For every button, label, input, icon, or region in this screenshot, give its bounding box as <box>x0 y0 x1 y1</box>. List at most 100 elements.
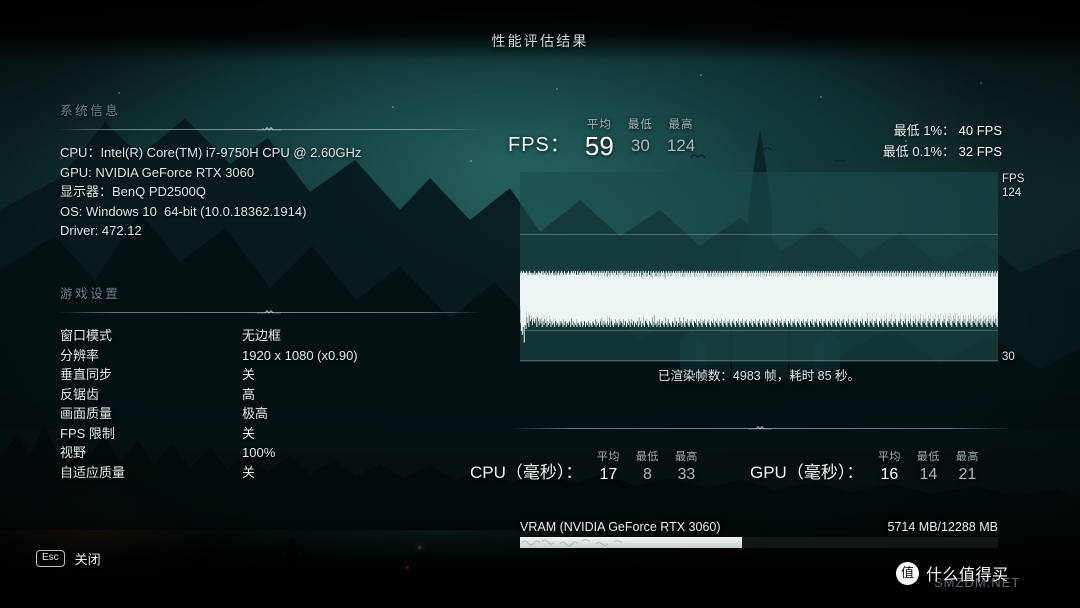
setting-key: 反锯齿 <box>60 386 100 402</box>
graph-axis-unit: FPS <box>1002 173 1025 185</box>
system-info-heading: 系统信息 <box>60 104 121 118</box>
setting-row: 视野 100% <box>60 443 478 463</box>
system-info-row: 显示器：BenQ PD2500Q <box>60 184 206 199</box>
system-info-row: Driver: 472.12 <box>60 223 142 238</box>
setting-row: 反锯齿 高 <box>60 385 478 405</box>
setting-value: 100% <box>242 445 276 460</box>
cpu-frametime-stats: CPU（毫秒）： 平均 17 最低 8 最高 33 <box>470 448 699 484</box>
gpu-average-value: 16 <box>880 466 899 483</box>
percentile-1-label: 最低 1%： <box>893 123 956 138</box>
cpu-average-column: 平均 17 <box>595 448 621 484</box>
system-info-list: CPU：Intel(R) Core(TM) i7-9750H CPU @ 2.6… <box>60 143 478 241</box>
divider <box>512 424 1008 433</box>
gpu-min-caption: 最低 <box>916 451 940 463</box>
setting-row: FPS 限制 关 <box>60 424 478 444</box>
system-info-row: OS: Windows 10 64-bit (10.0.18362.1914) <box>60 203 307 219</box>
fps-graph <box>520 172 998 362</box>
system-info-row: GPU: NVIDIA GeForce RTX 3060 <box>60 164 255 180</box>
fps-summary: FPS： 平均 59 最低 30 最高 124 <box>508 116 695 159</box>
divider-ornament-icon <box>257 126 281 131</box>
fps-max-caption: 最高 <box>668 119 694 131</box>
fps-min-caption: 最低 <box>627 119 653 131</box>
graph-axis-bottom-value: 30 <box>1002 351 1015 363</box>
cpu-average-value: 17 <box>599 466 618 483</box>
vram-texture <box>521 539 623 547</box>
cpu-max-column: 最高 33 <box>673 448 699 484</box>
gpu-max-column: 最高 21 <box>954 448 980 484</box>
setting-row: 窗口模式 无边框 <box>60 326 478 346</box>
setting-value: 关 <box>242 367 256 382</box>
watermark-url: SMZDM.NET <box>934 575 1021 590</box>
setting-key: 窗口模式 <box>60 328 113 343</box>
vram-progress-bar <box>520 537 998 548</box>
gpu-average-caption: 平均 <box>877 451 901 463</box>
setting-value: 极高 <box>242 406 269 421</box>
gpu-max-value: 21 <box>958 466 977 483</box>
fps-min-column: 最低 30 <box>628 116 653 159</box>
divider-ornament-icon <box>257 309 281 314</box>
setting-value: 无边框 <box>242 328 282 343</box>
percentile-01-label: 最低 0.1%： <box>882 144 956 159</box>
cpu-max-value: 33 <box>677 466 696 483</box>
vram-label: VRAM (NVIDIA GeForce RTX 3060) <box>520 520 721 534</box>
game-settings-heading: 游戏设置 <box>60 287 121 301</box>
system-info-section: 系统信息 CPU：Intel(R) Core(TM) i7-9750H CPU … <box>60 100 478 241</box>
cpu-average-caption: 平均 <box>596 451 620 463</box>
setting-key: 视野 <box>60 445 87 460</box>
fps-max-value: 124 <box>666 136 696 155</box>
setting-row: 垂直同步 关 <box>60 365 478 385</box>
system-info-row: CPU：Intel(R) Core(TM) i7-9750H CPU @ 2.6… <box>60 145 362 160</box>
game-settings-section: 游戏设置 窗口模式 无边框 分辨率 1920 x 1080 (x0.90) 垂直… <box>60 283 478 482</box>
setting-row: 画面质量 极高 <box>60 404 478 424</box>
gpu-frametime-label: GPU（毫秒）： <box>750 463 864 482</box>
gpu-max-caption: 最高 <box>955 451 979 463</box>
setting-key: 自适应质量 <box>60 464 126 480</box>
vram-usage: VRAM (NVIDIA GeForce RTX 3060) 5714 MB/1… <box>520 520 998 548</box>
setting-key: 画面质量 <box>60 406 113 421</box>
setting-row: 自适应质量 关 <box>60 463 478 483</box>
bird-icon <box>758 147 772 151</box>
setting-key: 垂直同步 <box>60 367 113 382</box>
vram-value: 5714 MB/12288 MB <box>887 520 999 534</box>
percentile-row-1: 最低 1%： 40 FPS <box>883 120 1002 141</box>
fps-label: FPS： <box>508 134 571 156</box>
graph-axis-bottom: 30 <box>1002 350 1015 364</box>
cpu-min-caption: 最低 <box>635 451 659 463</box>
esc-key-badge[interactable]: Esc <box>36 550 65 567</box>
graph-caption: 已渲染帧数：4983 帧，耗时 85 秒。 <box>657 369 861 383</box>
fps-max-column: 最高 124 <box>667 116 695 159</box>
divider <box>60 125 478 134</box>
fps-average-column: 平均 59 <box>585 116 614 159</box>
cpu-max-caption: 最高 <box>674 451 698 463</box>
setting-row: 分辨率 1920 x 1080 (x0.90) <box>60 346 478 366</box>
frametime-divider <box>512 424 1008 433</box>
percentile-row-2: 最低 0.1%： 32 FPS <box>883 141 1002 162</box>
setting-value: 关 <box>242 464 256 480</box>
gpu-average-column: 平均 16 <box>876 448 902 484</box>
divider-ornament-icon <box>748 425 772 430</box>
setting-value: 关 <box>242 425 256 441</box>
fps-average-caption: 平均 <box>586 119 612 131</box>
bird-icon <box>834 159 846 163</box>
smzdm-logo-icon: 值 <box>896 561 919 585</box>
setting-key: 分辨率 <box>60 347 100 363</box>
setting-value: 高 <box>242 386 256 402</box>
setting-key: FPS 限制 <box>60 425 115 441</box>
percentile-stats: 最低 1%： 40 FPS 最低 0.1%： 32 FPS <box>883 120 1002 162</box>
close-control[interactable]: Esc 关闭 <box>36 549 101 568</box>
cpu-frametime-label: CPU（毫秒）： <box>470 463 583 482</box>
graph-axis-top: FPS 124 <box>1002 172 1024 200</box>
cpu-min-value: 8 <box>642 466 652 483</box>
game-settings-list: 窗口模式 无边框 分辨率 1920 x 1080 (x0.90) 垂直同步 关 … <box>60 326 478 482</box>
percentile-1-value: 40 FPS <box>958 123 1002 138</box>
page-title: 性能评估结果 <box>491 33 589 49</box>
benchmark-results-screen: 性能评估结果 系统信息 CPU：Intel(R) Core(TM) i7-975… <box>0 0 1080 608</box>
graph-axis-top-value: 124 <box>1002 187 1022 199</box>
close-label[interactable]: 关闭 <box>75 549 101 568</box>
gpu-min-column: 最低 14 <box>915 448 941 484</box>
divider <box>60 308 478 317</box>
percentile-01-value: 32 FPS <box>958 144 1002 159</box>
fps-min-value: 30 <box>630 136 650 155</box>
cpu-min-column: 最低 8 <box>634 448 660 484</box>
fps-graph-line <box>520 172 998 362</box>
